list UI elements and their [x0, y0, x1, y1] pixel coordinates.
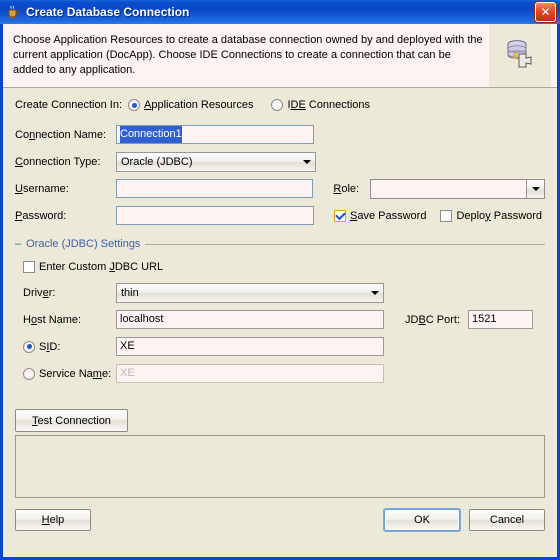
connection-type-dropdown[interactable]: Oracle (JDBC) [116, 151, 316, 172]
radio-service-name[interactable]: Service Name: [23, 367, 116, 380]
save-password-label: Save Password [350, 209, 427, 222]
settings-group-rule [145, 243, 545, 245]
connection-type-value: Oracle (JDBC) [121, 155, 193, 168]
jdbc-port-input[interactable]: 1521 [468, 310, 533, 329]
settings-group-title: Oracle (JDBC) Settings [26, 238, 141, 250]
chevron-down-icon[interactable] [298, 153, 315, 171]
create-database-connection-dialog: Create Database Connection ✕ Choose Appl… [0, 0, 560, 560]
service-name-row: Service Name: XE [23, 360, 545, 387]
test-output-panel[interactable] [15, 435, 545, 498]
custom-jdbc-url-check-icon[interactable] [23, 260, 35, 273]
radio-sid-indicator[interactable] [23, 340, 35, 353]
radio-ide-connections[interactable]: IDE Connections [271, 99, 370, 111]
help-label: Help [41, 514, 65, 526]
save-password-checkbox[interactable]: Save Password [334, 209, 427, 222]
host-name-value: localhost [120, 313, 164, 325]
create-connection-in-row: Create Connection In: Application Resour… [15, 93, 545, 117]
host-name-row: Host Name: localhost JDBC Port: 1521 [23, 306, 545, 333]
test-connection-label: Test Connection [32, 414, 111, 427]
driver-label: Driver: [23, 286, 56, 299]
radio-application-resources-label: Application Resources [144, 99, 254, 111]
password-label: Password: [15, 209, 67, 222]
connection-name-label: Connection Name: [15, 128, 107, 141]
driver-row: Driver: thin [23, 279, 545, 306]
connection-type-row: Connection Type: Oracle (JDBC) [15, 148, 545, 175]
sid-input[interactable]: XE [116, 337, 384, 356]
settings-group-header: – Oracle (JDBC) Settings [15, 238, 545, 250]
role-label: Role: [333, 182, 360, 195]
close-icon[interactable]: ✕ [535, 2, 556, 22]
deploy-password-check-icon[interactable] [440, 209, 453, 222]
host-name-input[interactable]: localhost [116, 310, 384, 329]
help-button[interactable]: Help [15, 509, 91, 531]
save-password-check-icon[interactable] [334, 209, 346, 222]
window-title: Create Database Connection [26, 5, 190, 19]
radio-service-name-indicator[interactable] [23, 367, 35, 380]
radio-application-resources[interactable]: Application Resources [128, 99, 253, 111]
dialog-header: Choose Application Resources to create a… [3, 24, 557, 88]
connection-type-label: Connection Type: [15, 155, 101, 168]
role-dropdown[interactable] [370, 178, 545, 199]
username-role-row: Username: Role: [15, 175, 545, 202]
sid-row: SID: XE [23, 333, 545, 360]
username-input[interactable] [115, 179, 314, 198]
ok-label: OK [414, 514, 430, 526]
deploy-password-label: Deploy Password [456, 209, 543, 222]
connection-name-input[interactable]: Connection1 [116, 125, 314, 144]
radio-sid[interactable]: SID: [23, 340, 116, 353]
test-area: Test Connection [15, 409, 545, 498]
cancel-label: Cancel [489, 514, 525, 526]
dialog-footer: Help OK Cancel [15, 509, 545, 531]
sid-value: XE [120, 340, 135, 352]
radio-ide-connections-label: IDE Connections [287, 99, 371, 111]
connection-name-row: Connection Name: Connection1 [15, 121, 545, 148]
service-name-input[interactable]: XE [116, 364, 384, 383]
username-label: Username: [15, 182, 69, 195]
password-input[interactable] [116, 206, 314, 225]
dialog-body: Create Connection In: Application Resour… [3, 88, 557, 557]
chevron-down-icon[interactable] [366, 284, 383, 302]
connection-name-value: Connection1 [120, 126, 182, 143]
header-description: Choose Application Resources to create a… [13, 34, 483, 76]
deploy-password-checkbox[interactable]: Deploy Password [440, 209, 543, 222]
driver-dropdown[interactable]: thin [116, 282, 384, 303]
java-coffee-cup-icon [5, 4, 21, 20]
settings-group-content: Enter Custom JDBC URL Driver: thin Host … [15, 254, 545, 387]
database-connection-icon [502, 36, 538, 75]
create-connection-in-label: Create Connection In: [15, 99, 123, 111]
chevron-down-icon[interactable] [526, 179, 544, 198]
radio-ide-connections-indicator[interactable] [271, 99, 284, 111]
service-name-placeholder: XE [120, 367, 135, 379]
radio-service-name-label: Service Name: [39, 367, 112, 380]
custom-jdbc-url-checkbox[interactable]: Enter Custom JDBC URL [23, 254, 545, 279]
host-name-label: Host Name: [23, 313, 82, 326]
settings-group-dash: – [15, 238, 22, 250]
jdbc-port-label: JDBC Port: [405, 313, 461, 326]
custom-jdbc-url-label: Enter Custom JDBC URL [39, 260, 164, 273]
header-icon-container [489, 24, 551, 87]
cancel-button[interactable]: Cancel [469, 509, 545, 531]
ok-button[interactable]: OK [384, 509, 460, 531]
title-bar[interactable]: Create Database Connection ✕ [0, 0, 560, 24]
jdbc-port-value: 1521 [472, 313, 497, 325]
radio-sid-label: SID: [39, 340, 61, 353]
radio-application-resources-indicator[interactable] [128, 99, 140, 111]
password-row: Password: Save Password Deploy Password [15, 202, 545, 229]
driver-value: thin [121, 286, 139, 299]
test-connection-button[interactable]: Test Connection [15, 409, 128, 432]
